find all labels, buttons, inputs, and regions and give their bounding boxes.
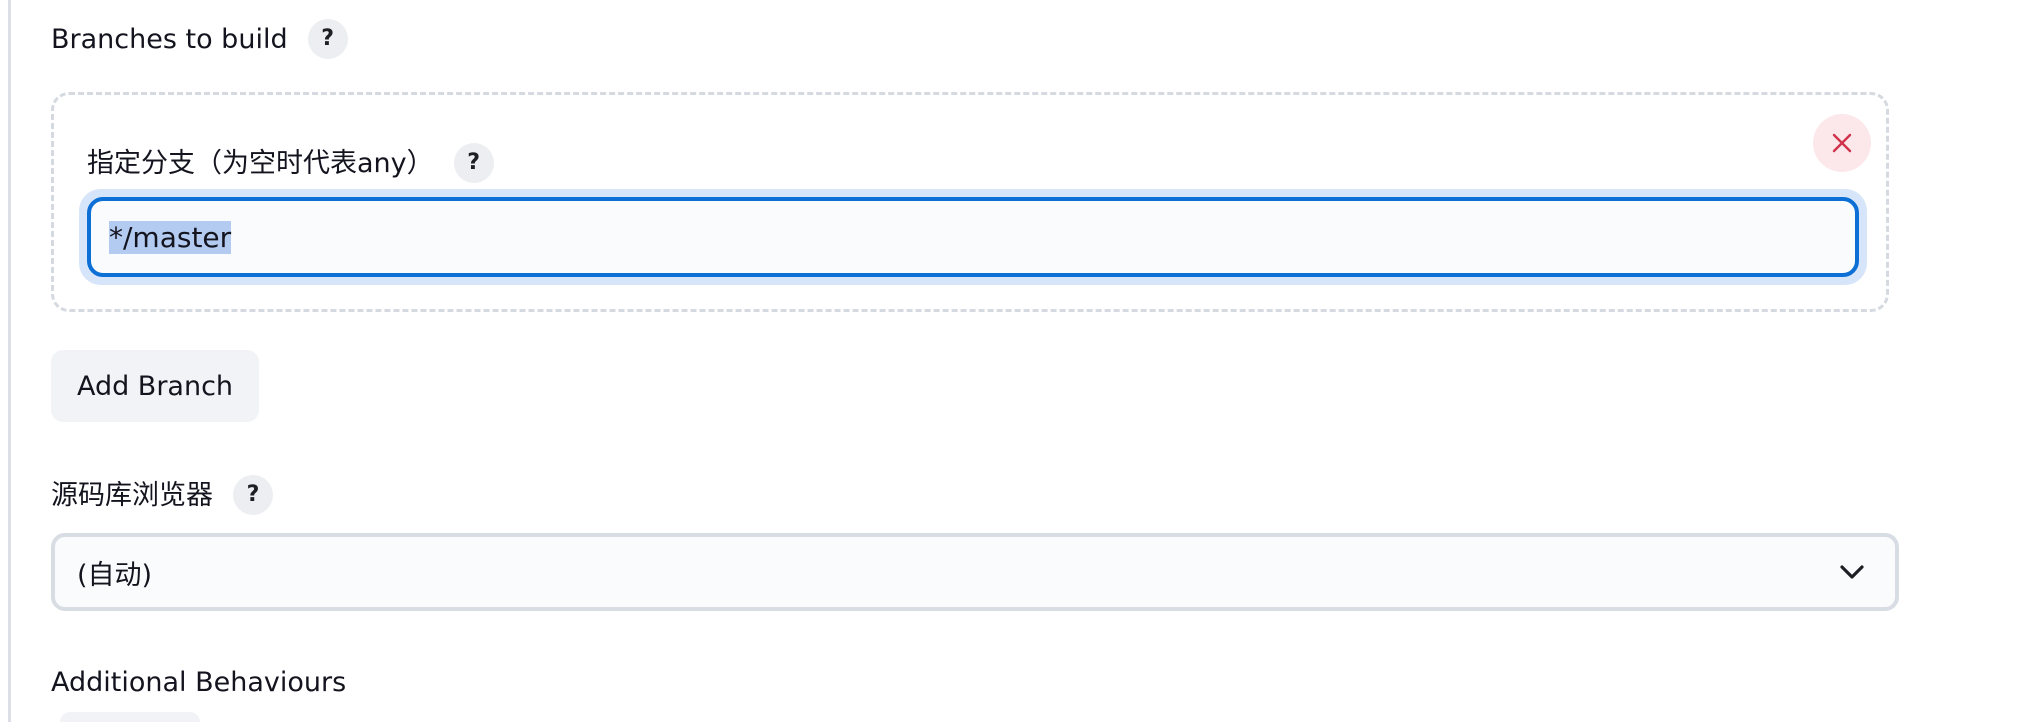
repository-browser-label: 源码库浏览器 bbox=[51, 479, 213, 511]
additional-behaviours-label: Additional Behaviours bbox=[51, 667, 347, 698]
repository-browser-help-button[interactable]: ? bbox=[233, 475, 273, 515]
close-icon bbox=[1832, 133, 1852, 153]
repository-browser-select[interactable]: (自动) bbox=[51, 533, 1899, 611]
branch-specifier-input[interactable]: */master bbox=[87, 197, 1859, 277]
branches-to-build-label: Branches to build bbox=[51, 23, 288, 55]
add-behaviour-button[interactable] bbox=[60, 712, 200, 722]
delete-branch-button[interactable] bbox=[1813, 114, 1871, 172]
git-scm-config-section: Branches to build ? 指定分支（为空时代表any） ? */m… bbox=[0, 0, 2032, 722]
repository-browser-selected-value: (自动) bbox=[77, 559, 153, 591]
branch-specifier-focus-ring: */master bbox=[79, 189, 1867, 285]
branch-specifier-help-button[interactable]: ? bbox=[453, 143, 494, 183]
branch-specifier-row: 指定分支（为空时代表any） ? bbox=[87, 143, 494, 183]
additional-behaviours-row: Additional Behaviours bbox=[51, 669, 346, 696]
chevron-down-icon bbox=[1840, 565, 1864, 579]
branch-specifier-value: */master bbox=[109, 220, 232, 254]
branches-to-build-row: Branches to build ? bbox=[51, 19, 348, 59]
branches-help-button[interactable]: ? bbox=[307, 19, 348, 59]
section-left-rule bbox=[8, 0, 11, 722]
branch-specifier-label: 指定分支（为空时代表any） bbox=[87, 147, 434, 179]
repository-browser-row: 源码库浏览器 ? bbox=[51, 475, 273, 515]
add-branch-button[interactable]: Add Branch bbox=[51, 350, 259, 422]
